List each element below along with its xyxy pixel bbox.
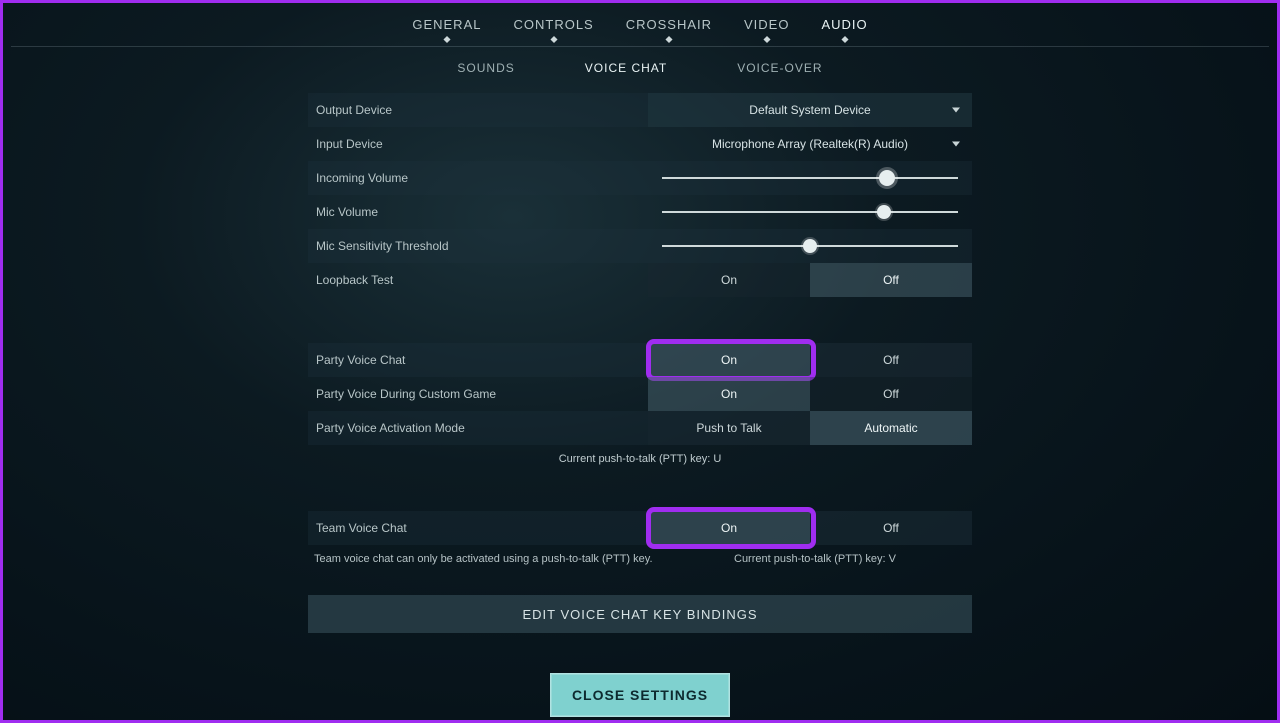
party-custom-toggle: On Off	[648, 377, 972, 411]
tab-audio-label: AUDIO	[821, 17, 867, 32]
row-loopback: Loopback Test On Off	[308, 263, 972, 297]
party-voice-on[interactable]: On	[648, 343, 810, 377]
diamond-icon	[841, 36, 848, 43]
incoming-volume-slider[interactable]	[648, 177, 972, 179]
row-mic-volume: Mic Volume	[308, 195, 972, 229]
mic-sensitivity-label: Mic Sensitivity Threshold	[308, 239, 648, 253]
party-voice-toggle: On Off	[648, 343, 972, 377]
row-party-custom: Party Voice During Custom Game On Off	[308, 377, 972, 411]
row-incoming-volume: Incoming Volume	[308, 161, 972, 195]
mic-volume-slider[interactable]	[648, 211, 972, 213]
party-custom-label: Party Voice During Custom Game	[308, 387, 648, 401]
row-party-mode: Party Voice Activation Mode Push to Talk…	[308, 411, 972, 445]
team-note-right: Current push-to-talk (PTT) key: V	[734, 553, 966, 565]
section-gap	[308, 473, 972, 511]
row-output-device: Output Device Default System Device	[308, 93, 972, 127]
loopback-label: Loopback Test	[308, 273, 648, 287]
tab-video[interactable]: VIDEO	[744, 17, 789, 32]
party-voice-off[interactable]: Off	[810, 343, 972, 377]
team-voice-on-label: On	[721, 521, 737, 535]
slider-thumb[interactable]	[803, 239, 817, 253]
tab-controls[interactable]: CONTROLS	[513, 17, 593, 32]
subtab-voice-over[interactable]: VOICE-OVER	[737, 61, 822, 75]
output-device-label: Output Device	[308, 103, 648, 117]
team-voice-notes: Team voice chat can only be activated us…	[308, 545, 972, 573]
party-mode-label: Party Voice Activation Mode	[308, 421, 648, 435]
output-device-dropdown[interactable]: Default System Device	[648, 93, 972, 127]
slider-thumb[interactable]	[877, 205, 891, 219]
party-mode-toggle: Push to Talk Automatic	[648, 411, 972, 445]
slider-thumb[interactable]	[879, 170, 895, 186]
subtab-sounds[interactable]: SOUNDS	[457, 61, 514, 75]
row-party-voice: Party Voice Chat On Off	[308, 343, 972, 377]
party-voice-on-label: On	[721, 353, 737, 367]
team-voice-on[interactable]: On	[648, 511, 810, 545]
tab-audio[interactable]: AUDIO	[821, 17, 867, 32]
loopback-on[interactable]: On	[648, 263, 810, 297]
diamond-icon	[763, 36, 770, 43]
section-gap	[308, 297, 972, 343]
close-settings-button[interactable]: CLOSE SETTINGS	[550, 673, 730, 717]
sub-tabs: SOUNDS VOICE CHAT VOICE-OVER	[3, 47, 1277, 93]
tab-general[interactable]: GENERAL	[412, 17, 481, 32]
tab-crosshair[interactable]: CROSSHAIR	[626, 17, 712, 32]
row-team-voice: Team Voice Chat On Off	[308, 511, 972, 545]
diamond-icon	[665, 36, 672, 43]
party-mode-ptt[interactable]: Push to Talk	[648, 411, 810, 445]
loopback-off[interactable]: Off	[810, 263, 972, 297]
party-custom-on[interactable]: On	[648, 377, 810, 411]
team-note-left: Team voice chat can only be activated us…	[314, 553, 734, 565]
subtab-voice-chat[interactable]: VOICE CHAT	[585, 61, 667, 75]
input-device-value: Microphone Array (Realtek(R) Audio)	[712, 137, 908, 151]
diamond-icon	[550, 36, 557, 43]
mic-volume-label: Mic Volume	[308, 205, 648, 219]
tab-general-label: GENERAL	[412, 17, 481, 32]
row-mic-sensitivity: Mic Sensitivity Threshold	[308, 229, 972, 263]
incoming-volume-label: Incoming Volume	[308, 171, 648, 185]
party-mode-auto[interactable]: Automatic	[810, 411, 972, 445]
tab-crosshair-label: CROSSHAIR	[626, 17, 712, 32]
team-voice-toggle: On Off	[648, 511, 972, 545]
top-tabs: GENERAL CONTROLS CROSSHAIR VIDEO AUDIO	[3, 3, 1277, 38]
team-voice-off[interactable]: Off	[810, 511, 972, 545]
input-device-dropdown[interactable]: Microphone Array (Realtek(R) Audio)	[648, 127, 972, 161]
tab-controls-label: CONTROLS	[513, 17, 593, 32]
loopback-toggle: On Off	[648, 263, 972, 297]
settings-panel: Output Device Default System Device Inpu…	[308, 93, 972, 717]
chevron-down-icon	[952, 142, 960, 147]
tab-video-label: VIDEO	[744, 17, 789, 32]
party-voice-label: Party Voice Chat	[308, 353, 648, 367]
chevron-down-icon	[952, 108, 960, 113]
diamond-icon	[443, 36, 450, 43]
party-ptt-note: Current push-to-talk (PTT) key: U	[308, 445, 972, 473]
mic-sensitivity-slider[interactable]	[648, 245, 972, 247]
edit-voice-bindings-button[interactable]: EDIT VOICE CHAT KEY BINDINGS	[308, 595, 972, 633]
input-device-label: Input Device	[308, 137, 648, 151]
row-input-device: Input Device Microphone Array (Realtek(R…	[308, 127, 972, 161]
party-custom-off[interactable]: Off	[810, 377, 972, 411]
output-device-value: Default System Device	[749, 103, 870, 117]
team-voice-label: Team Voice Chat	[308, 521, 648, 535]
